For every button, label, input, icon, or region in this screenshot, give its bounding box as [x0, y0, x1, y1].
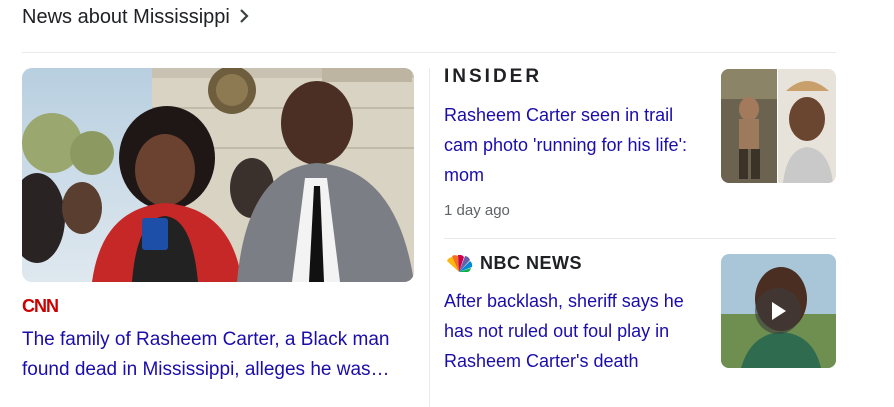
- source-name: NBC NEWS: [480, 253, 582, 273]
- news-item-title[interactable]: After backlash, sheriff says he has not …: [444, 286, 709, 376]
- play-icon[interactable]: [755, 288, 801, 334]
- featured-thumbnail[interactable]: [22, 68, 414, 282]
- news-header[interactable]: News about Mississippi: [22, 6, 250, 29]
- news-item[interactable]: NBC NEWS After backlash, sheriff says he…: [444, 253, 836, 376]
- chevron-right-icon[interactable]: [238, 7, 250, 30]
- news-item-thumbnail[interactable]: [721, 254, 836, 368]
- news-item[interactable]: INSIDER Rasheem Carter seen in trail cam…: [444, 66, 836, 219]
- item-divider: [444, 238, 836, 239]
- section-title[interactable]: News about Mississippi: [22, 6, 230, 29]
- source-logo-cnn: CNN: [22, 296, 59, 316]
- news-item-thumbnail[interactable]: [721, 69, 836, 183]
- column-divider: [429, 68, 430, 407]
- news-item-time: 1 day ago: [444, 202, 510, 219]
- featured-story-card[interactable]: CNN The family of Rasheem Carter, a Blac…: [22, 68, 414, 407]
- featured-story-title[interactable]: The family of Rasheem Carter, a Black ma…: [22, 325, 422, 385]
- news-item-title[interactable]: Rasheem Carter seen in trail cam photo '…: [444, 100, 709, 190]
- header-divider: [22, 52, 836, 53]
- peacock-icon: [447, 254, 473, 272]
